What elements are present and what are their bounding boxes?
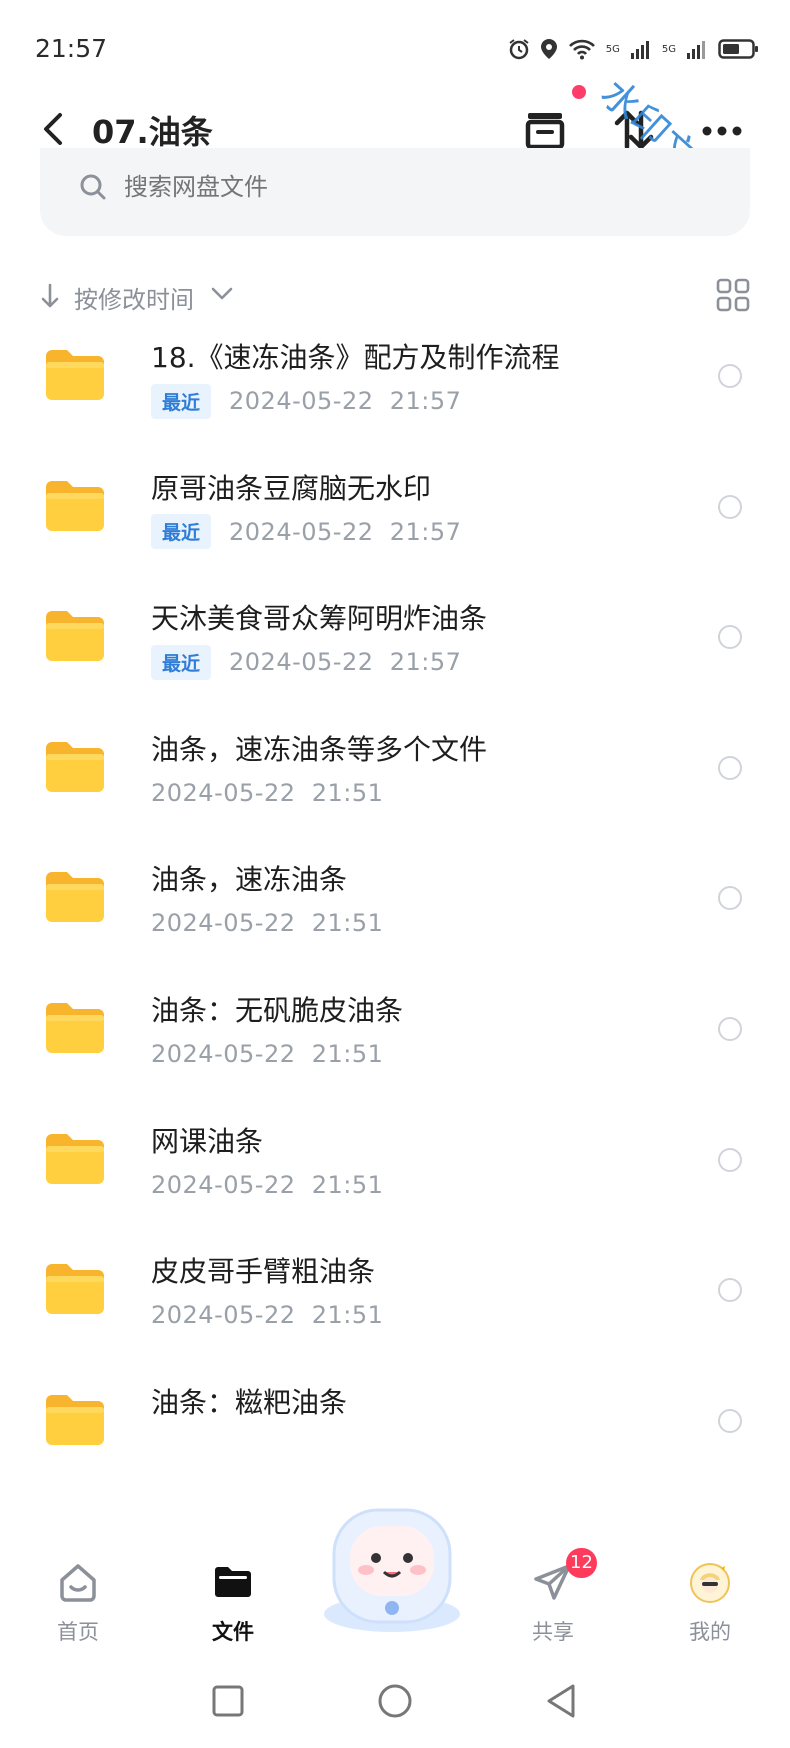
file-list: 18.《速冻油条》配方及制作流程 最近 2024-05-22 21:57 原哥油… bbox=[0, 320, 790, 1544]
file-date: 2024-05-22 21:51 bbox=[151, 1040, 384, 1068]
mascot-assistant-icon[interactable] bbox=[312, 1496, 472, 1636]
file-name: 皮皮哥手臂粗油条 bbox=[151, 1255, 376, 1289]
file-date: 2024-05-22 21:51 bbox=[151, 1301, 384, 1330]
grid-view-icon[interactable] bbox=[716, 278, 750, 312]
file-date: 2024-05-22 21:51 bbox=[151, 1170, 384, 1199]
file-meta: 2024-05-22 21:51 bbox=[151, 906, 383, 940]
folder-icon bbox=[46, 741, 104, 792]
select-radio[interactable] bbox=[718, 1408, 742, 1433]
folder-icon bbox=[46, 1264, 104, 1315]
home-nav-icon[interactable] bbox=[370, 1676, 420, 1726]
folder-icon bbox=[46, 350, 104, 400]
file-date: 2024-05-22 21:51 bbox=[151, 778, 384, 807]
search-bar[interactable] bbox=[40, 148, 750, 236]
file-row[interactable]: 油条，速冻油条 2024-05-22 21:51 bbox=[0, 822, 790, 967]
folder-icon bbox=[46, 1133, 104, 1184]
status-icons: 5G 5G bbox=[508, 34, 760, 64]
file-name: 油条：糍粑油条 bbox=[151, 1385, 348, 1419]
tab-files[interactable]: 文件 bbox=[183, 1544, 283, 1654]
file-meta: 2024-05-22 21:51 bbox=[151, 1037, 383, 1071]
home-icon bbox=[60, 1564, 96, 1602]
file-meta: 最近 2024-05-22 21:57 bbox=[151, 514, 462, 550]
select-radio[interactable] bbox=[718, 364, 742, 388]
file-row[interactable]: 油条：糍粑油条 bbox=[0, 1345, 790, 1490]
network-type-1: 5G bbox=[605, 43, 620, 55]
select-radio[interactable] bbox=[718, 886, 742, 911]
recent-badge: 最近 bbox=[151, 383, 212, 419]
sort-bar: 按修改时间 bbox=[40, 278, 750, 318]
file-meta: 2024-05-22 21:51 bbox=[151, 1298, 383, 1332]
tab-mine[interactable]: 我的 bbox=[660, 1544, 760, 1654]
folder-icon bbox=[46, 1003, 104, 1053]
select-radio[interactable] bbox=[718, 625, 742, 650]
folder-icon bbox=[46, 480, 104, 531]
sort-down-icon[interactable] bbox=[40, 282, 60, 310]
folder-icon bbox=[215, 1567, 251, 1597]
recent-badge: 最近 bbox=[151, 644, 212, 680]
file-meta: 最近 2024-05-22 21:57 bbox=[151, 644, 462, 680]
network-type-2: 5G bbox=[661, 43, 676, 55]
select-radio[interactable] bbox=[718, 1017, 742, 1041]
recent-apps-icon[interactable] bbox=[203, 1676, 253, 1726]
file-date: 2024-05-22 21:57 bbox=[229, 648, 462, 677]
tab-label: 文件 bbox=[212, 1620, 254, 1644]
file-name: 油条，速冻油条等多个文件 bbox=[151, 732, 488, 766]
notification-dot bbox=[572, 85, 586, 99]
signal-icon bbox=[687, 41, 705, 59]
file-name: 天沐美食哥众筹阿明炸油条 bbox=[151, 602, 488, 636]
file-meta: 2024-05-22 21:51 bbox=[151, 776, 383, 810]
select-radio[interactable] bbox=[718, 755, 742, 780]
alarm-icon bbox=[509, 39, 529, 60]
tab-label: 共享 bbox=[532, 1620, 574, 1644]
search-input[interactable] bbox=[122, 168, 626, 206]
recent-badge: 最近 bbox=[151, 514, 212, 550]
file-name: 原哥油条豆腐脑无水印 bbox=[151, 471, 432, 505]
sort-label[interactable]: 按修改时间 bbox=[74, 280, 194, 315]
file-date: 2024-05-22 21:57 bbox=[229, 517, 462, 546]
file-meta: 最近 2024-05-22 21:57 bbox=[151, 383, 462, 419]
location-icon bbox=[540, 39, 557, 59]
file-row[interactable]: 皮皮哥手臂粗油条 2024-05-22 21:51 bbox=[0, 1214, 790, 1359]
file-row[interactable]: 网课油条 2024-05-22 21:51 bbox=[0, 1084, 790, 1229]
file-meta: 2024-05-22 21:51 bbox=[151, 1168, 383, 1202]
file-name: 网课油条 bbox=[151, 1124, 264, 1158]
folder-icon bbox=[46, 1394, 104, 1445]
folder-icon bbox=[46, 611, 104, 662]
tab-home[interactable]: 首页 bbox=[28, 1544, 128, 1654]
back-nav-icon[interactable] bbox=[537, 1676, 587, 1726]
search-icon bbox=[80, 174, 106, 200]
wifi-icon bbox=[568, 39, 595, 60]
tab-label: 我的 bbox=[689, 1620, 731, 1644]
file-name: 油条：无矾脆皮油条 bbox=[151, 994, 404, 1027]
chevron-down-icon[interactable] bbox=[210, 286, 234, 302]
status-time: 21:57 bbox=[35, 34, 108, 63]
file-row[interactable]: 18.《速冻油条》配方及制作流程 最近 2024-05-22 21:57 bbox=[0, 320, 790, 445]
status-bar: 21:57 5G 5G bbox=[0, 0, 790, 100]
folder-icon bbox=[46, 872, 104, 923]
back-icon[interactable] bbox=[40, 111, 66, 147]
file-name: 18.《速冻油条》配方及制作流程 bbox=[151, 341, 560, 374]
battery-icon bbox=[718, 39, 758, 59]
system-nav-bar bbox=[0, 1654, 790, 1748]
page-title: 07.油条 bbox=[92, 113, 213, 151]
file-row[interactable]: 油条：无矾脆皮油条 2024-05-22 21:51 bbox=[0, 953, 790, 1098]
avatar bbox=[690, 1563, 730, 1603]
select-radio[interactable] bbox=[718, 1147, 742, 1172]
file-row[interactable]: 油条，速冻油条等多个文件 2024-05-22 21:51 bbox=[0, 692, 790, 837]
file-date: 2024-05-22 21:51 bbox=[151, 909, 384, 938]
share-badge: 12 bbox=[566, 1548, 597, 1578]
tab-label: 首页 bbox=[57, 1620, 99, 1644]
file-row[interactable]: 天沐美食哥众筹阿明炸油条 最近 2024-05-22 21:57 bbox=[0, 561, 790, 706]
file-date: 2024-05-22 21:57 bbox=[229, 387, 462, 415]
select-radio[interactable] bbox=[718, 494, 742, 519]
signal-icon bbox=[630, 41, 649, 59]
file-name: 油条，速冻油条 bbox=[151, 863, 348, 897]
select-radio[interactable] bbox=[718, 1278, 742, 1303]
file-row[interactable]: 原哥油条豆腐脑无水印 最近 2024-05-22 21:57 bbox=[0, 431, 790, 576]
